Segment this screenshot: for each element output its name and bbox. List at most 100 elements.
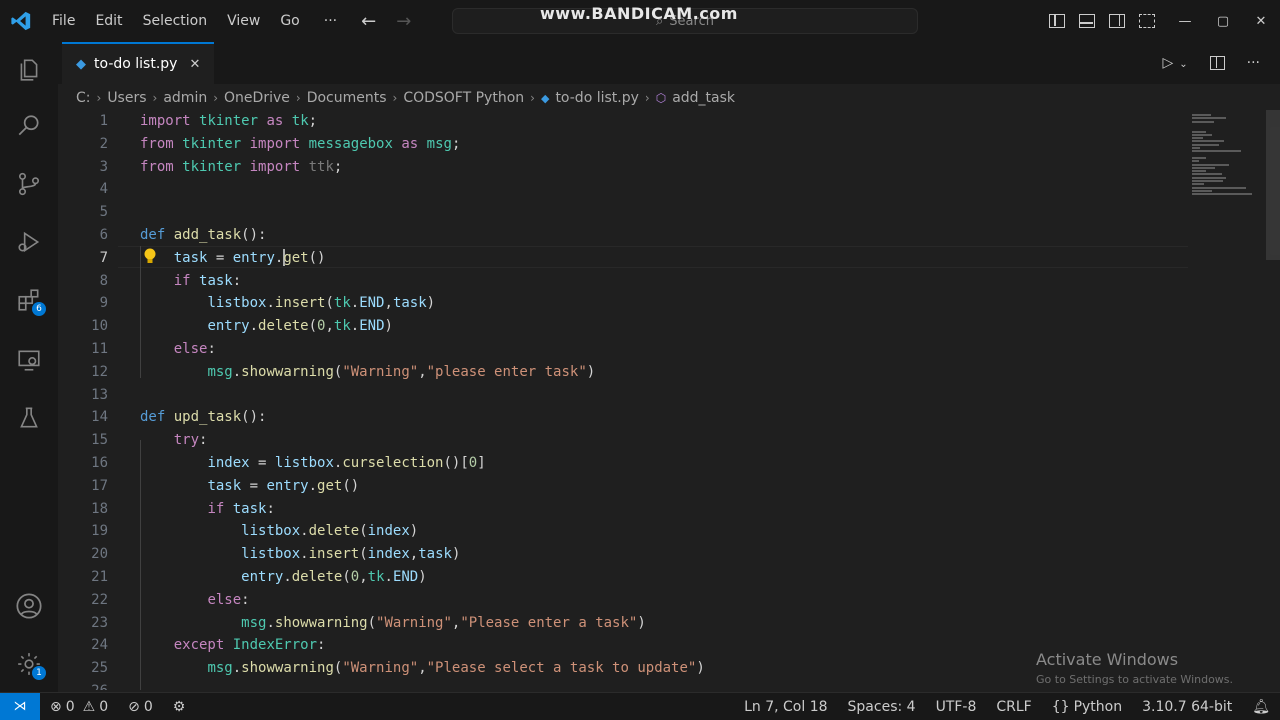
language-mode[interactable]: {} Python — [1042, 699, 1132, 715]
code-token: : — [317, 637, 326, 654]
end-of-line[interactable]: CRLF — [986, 699, 1041, 715]
tab-to-do-list-py[interactable]: ◆ to-do list.py ✕ — [62, 42, 215, 84]
forward-arrow-icon[interactable]: → — [386, 11, 421, 32]
ports-indicator[interactable]: ⊘ 0 — [118, 699, 163, 715]
code-line[interactable]: 15 try: — [58, 429, 1188, 451]
warning-count: 0 — [99, 698, 109, 715]
code-line[interactable]: 5 — [58, 201, 1188, 223]
run-python-file-icon[interactable]: ▷ ⌄ — [1162, 55, 1187, 71]
breadcrumb-item[interactable]: admin — [163, 90, 207, 106]
code-line[interactable]: 4 — [58, 178, 1188, 200]
maximize-icon[interactable]: ▢ — [1204, 14, 1242, 29]
code-line[interactable]: 10 entry.delete(0,tk.END) — [58, 315, 1188, 337]
code-line[interactable]: 12 msg.showwarning("Warning","please ent… — [58, 361, 1188, 383]
accounts-icon[interactable] — [0, 582, 58, 630]
problems-indicator[interactable]: ⊗ 0 ⚠ 0 — [40, 699, 118, 715]
code-token: tkinter — [199, 113, 259, 129]
breadcrumb-item[interactable]: Documents — [307, 90, 387, 106]
search-activity-icon[interactable] — [0, 102, 58, 150]
code-token: 0 — [350, 569, 360, 585]
line-number: 14 — [91, 409, 108, 426]
explorer-icon[interactable] — [0, 46, 58, 94]
toggle-panel-icon[interactable] — [1079, 14, 1095, 28]
remote-indicator-icon[interactable]: ⋊ — [0, 692, 40, 720]
code-line[interactable]: 7 task = entry.get() — [58, 247, 1188, 269]
code-line[interactable]: 22 else: — [58, 589, 1188, 611]
close-window-icon[interactable]: ✕ — [1242, 14, 1280, 29]
code-line[interactable]: 21 entry.delete(0,tk.END) — [58, 566, 1188, 588]
code-line[interactable]: 25 msg.showwarning("Warning","Please sel… — [58, 657, 1188, 679]
vscode-logo-icon[interactable] — [0, 0, 42, 42]
notifications-bell-icon[interactable]: 🔔︎ — [1242, 699, 1280, 715]
scrollbar-thumb[interactable] — [1266, 110, 1280, 260]
python-interpreter[interactable]: 3.10.7 64-bit — [1132, 699, 1242, 715]
code-line[interactable]: 20 listbox.insert(index,task) — [58, 543, 1188, 565]
source-control-icon[interactable] — [0, 160, 58, 208]
minimize-icon[interactable]: — — [1166, 14, 1204, 29]
remote-explorer-icon[interactable] — [0, 336, 58, 384]
code-line[interactable]: 17 task = entry.get() — [58, 475, 1188, 497]
extensions-icon[interactable]: 6 — [0, 276, 58, 324]
menu-view[interactable]: View — [217, 0, 270, 42]
menu-more-button[interactable]: ··· — [310, 0, 351, 42]
tab-close-icon[interactable]: ✕ — [189, 57, 200, 72]
toggle-secondary-sidebar-icon[interactable] — [1109, 14, 1125, 28]
manage-gear-icon[interactable]: 1 — [0, 640, 58, 688]
menu-edit[interactable]: Edit — [85, 0, 132, 42]
code-line[interactable]: 1 import tkinter as tk; — [58, 110, 1188, 132]
indentation[interactable]: Spaces: 4 — [838, 699, 926, 715]
back-arrow-icon[interactable]: ← — [351, 11, 386, 32]
code-line[interactable]: 26 — [58, 680, 1188, 690]
code-token: else — [173, 341, 208, 357]
code-line[interactable]: 14 def upd_task(): — [58, 406, 1188, 428]
menu-file[interactable]: File — [42, 0, 85, 42]
testing-icon[interactable] — [0, 394, 58, 442]
code-line[interactable]: 3 from tkinter import ttk; — [58, 156, 1188, 178]
code-line[interactable]: 23 msg.showwarning("Warning","Please ent… — [58, 612, 1188, 634]
breadcrumb-item[interactable]: to-do list.py — [555, 90, 638, 106]
minimap-line — [1192, 180, 1223, 182]
minimap-line — [1192, 150, 1241, 153]
code-line[interactable]: 16 index = listbox.curselection()[0] — [58, 452, 1188, 474]
debug-launch-icon[interactable]: ⚙ — [163, 699, 196, 715]
code-line[interactable]: 6 def add_task(): — [58, 224, 1188, 246]
run-debug-icon[interactable] — [0, 218, 58, 266]
code-line[interactable]: 11 else: — [58, 338, 1188, 360]
minimap-line — [1192, 189, 1212, 192]
code-token: ( — [367, 614, 377, 631]
code-line[interactable]: 18 if task: — [58, 498, 1188, 520]
code-line[interactable]: 8 if task: — [58, 270, 1188, 292]
breadcrumb-item[interactable]: C: — [76, 90, 91, 106]
cursor-position[interactable]: Ln 7, Col 18 — [734, 699, 837, 715]
toggle-primary-sidebar-icon[interactable] — [1049, 14, 1065, 28]
code-line[interactable]: 2 from tkinter import messagebox as msg; — [58, 133, 1188, 155]
split-editor-icon[interactable] — [1209, 56, 1225, 70]
code-line[interactable]: 24 except IndexError: — [58, 634, 1188, 656]
code-line[interactable]: 19 listbox.delete(index) — [58, 520, 1188, 542]
code-line[interactable]: 13 — [58, 384, 1188, 406]
code-line[interactable]: 9 listbox.insert(tk.END,task) — [58, 292, 1188, 314]
customize-layout-icon[interactable] — [1139, 14, 1155, 28]
breadcrumb-item[interactable]: add_task — [672, 90, 735, 106]
code-token: try — [173, 432, 200, 449]
code-editor[interactable]: 1 import tkinter as tk; 2 from tkinter impo… — [58, 110, 1188, 690]
minimap[interactable] — [1188, 110, 1264, 690]
ports-icon: ⊘ — [128, 698, 140, 715]
code-text: if task: — [140, 498, 274, 520]
menu-selection[interactable]: Selection — [133, 0, 218, 42]
code-token: ; — [308, 113, 318, 129]
more-actions-icon[interactable]: ··· — [1247, 55, 1260, 71]
encoding[interactable]: UTF-8 — [926, 699, 987, 715]
code-token: ) — [409, 523, 419, 540]
code-token: . — [308, 477, 318, 494]
code-token: task — [173, 249, 208, 266]
breadcrumb-item[interactable]: OneDrive — [224, 90, 290, 106]
breadcrumb-item[interactable]: CODSOFT Python — [403, 90, 524, 106]
breadcrumb-item[interactable]: Users — [107, 90, 146, 106]
menu-go[interactable]: Go — [270, 0, 309, 42]
minimap-line — [1192, 117, 1227, 120]
